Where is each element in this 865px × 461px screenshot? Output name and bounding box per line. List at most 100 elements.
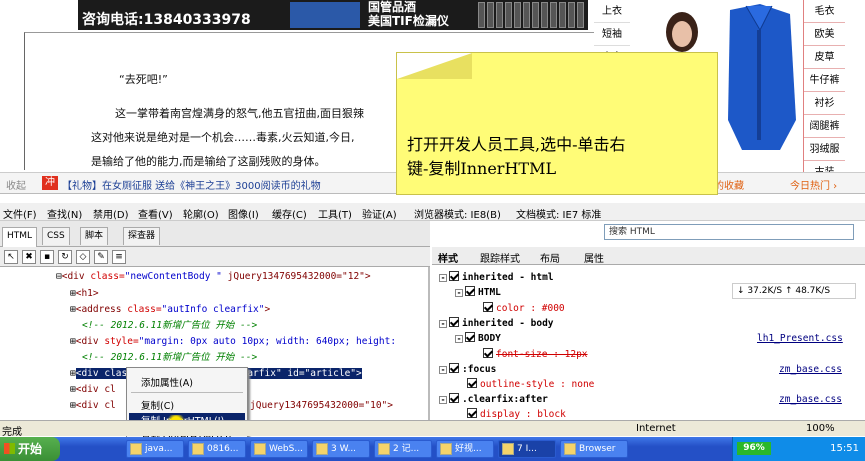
ad-menu-item[interactable]: 欧美 xyxy=(804,23,845,46)
banner-device-strip xyxy=(478,2,586,28)
ie-icon xyxy=(502,443,514,455)
article-quote: “去死吧!” xyxy=(119,73,168,86)
taskbar-button[interactable]: 0816... xyxy=(188,440,246,458)
browser-status-bar: 完成 Internet 100% xyxy=(0,420,865,438)
browser-mode[interactable]: 浏览器模式: IE8(B) xyxy=(414,206,501,221)
folder-icon xyxy=(316,443,328,455)
taskbar-button[interactable]: 好视... xyxy=(436,440,494,458)
tab-script[interactable]: 脚本 xyxy=(80,227,109,245)
menu-disable[interactable]: 禁用(D) xyxy=(93,206,129,221)
select-element-icon[interactable]: ↖ xyxy=(4,250,18,264)
ad-category[interactable]: 短袖 xyxy=(594,23,630,46)
article-line-2: 这对他来说是绝对是一个机会……毒素,火云知道,今日, xyxy=(91,131,355,144)
tab-trace-styles[interactable]: 跟踪样式 xyxy=(480,250,520,265)
battery-indicator[interactable]: 96% xyxy=(737,442,771,455)
tab-html[interactable]: HTML xyxy=(2,227,38,247)
zoom-level[interactable]: 100% xyxy=(806,423,835,434)
dom-node[interactable]: ⊟<div class="newContentBody " jQuery1347… xyxy=(56,269,371,284)
word-wrap-icon[interactable]: ≡ xyxy=(112,250,126,264)
app-icon xyxy=(192,443,204,455)
tab-layout[interactable]: 布局 xyxy=(540,250,560,265)
dom-node[interactable]: ⊞<address class="autInfo clearfix"> xyxy=(70,302,270,317)
menu-file[interactable]: 文件(F) xyxy=(3,206,37,221)
style-rule[interactable]: -:focus xyxy=(439,362,496,377)
style-rule[interactable]: - HTML xyxy=(455,285,501,300)
windows-logo-icon xyxy=(4,443,15,454)
start-button[interactable]: 开始 xyxy=(0,437,60,461)
status-text: 完成 xyxy=(2,427,22,438)
article-line-3: 是输给了他的能力,而是输给了这副残败的身体。 xyxy=(91,155,326,168)
dom-icon[interactable]: ◇ xyxy=(76,250,90,264)
devtools-menu-bar: 文件(F) 查找(N) 禁用(D) 查看(V) 轮廓(O) 图像(I) 缓存(C… xyxy=(0,203,865,221)
devtools-tabs: HTML CSS 脚本 探查器 xyxy=(0,221,430,247)
taskbar-button[interactable]: java... xyxy=(126,440,184,458)
menu-find[interactable]: 查找(N) xyxy=(47,206,82,221)
ad-right-menu: 毛衣 欧美 皮草 牛仔裤 衬衫 阔腿裤 羽绒服 古装 xyxy=(803,0,845,184)
dom-comment[interactable]: <!-- 2012.6.11新增广告位 开始 --> xyxy=(82,350,257,365)
style-rule[interactable]: - BODY xyxy=(455,331,501,346)
menu-outline[interactable]: 轮廓(O) xyxy=(183,206,219,221)
notepad-icon xyxy=(378,443,390,455)
system-tray: 96% 15:51 xyxy=(732,437,865,461)
style-property[interactable]: outline-style : none xyxy=(467,377,594,392)
menu-validate[interactable]: 验证(A) xyxy=(362,206,397,221)
tab-style[interactable]: 样式 xyxy=(438,250,458,265)
stylesheet-link[interactable]: zm_base.css xyxy=(779,392,842,407)
taskbar-button[interactable]: 3 W... xyxy=(312,440,370,458)
network-speed-widget: ↓ 37.2K/S ↑ 48.7K/S xyxy=(732,283,856,299)
dom-node[interactable]: ⊞<div cl xyxy=(70,398,116,413)
taskbar-button[interactable]: Browser xyxy=(560,440,628,458)
security-zone[interactable]: Internet xyxy=(636,423,676,434)
ad-menu-item[interactable]: 皮草 xyxy=(804,46,845,69)
style-property[interactable]: color : #000 xyxy=(483,301,565,316)
menu-cache[interactable]: 缓存(C) xyxy=(272,206,307,221)
menu-add-attribute[interactable]: 添加属性(A) xyxy=(141,375,193,389)
note-fold xyxy=(397,53,472,79)
top-banner-ad[interactable]: 咨询电话:13840333978 国管品酒 美国TIF检漏仪 xyxy=(78,0,588,30)
taskbar-button-active[interactable]: 7 I... xyxy=(498,440,556,458)
tab-css[interactable]: CSS xyxy=(42,227,70,245)
banner-product-image xyxy=(290,2,360,28)
dom-node-attr-tail: jQuery1347695432000="10"> xyxy=(250,400,393,411)
banner-text: 国管品酒 美国TIF检漏仪 xyxy=(368,0,449,28)
clock[interactable]: 15:51 xyxy=(830,443,859,454)
banner-text-line1: 国管品酒 xyxy=(368,0,417,14)
ad-menu-item[interactable]: 毛衣 xyxy=(804,0,845,23)
stylesheet-link[interactable]: lh1_Present.css xyxy=(757,331,843,346)
dom-comment[interactable]: <!-- 2012.6.11新增广告位 开始 --> xyxy=(82,318,257,333)
clear-icon[interactable]: ✖ xyxy=(22,250,36,264)
style-rule[interactable]: - inherited - body xyxy=(439,316,554,331)
style-property[interactable]: font-size : 12px xyxy=(483,347,588,362)
ad-menu-item[interactable]: 羽绒服 xyxy=(804,138,845,161)
html-search-input[interactable]: 搜索 HTML xyxy=(604,224,854,240)
edit-icon[interactable]: ✎ xyxy=(94,250,108,264)
tab-attributes[interactable]: 属性 xyxy=(584,250,604,265)
refresh-icon[interactable]: ↻ xyxy=(58,250,72,264)
taskbar-button[interactable]: 2 记... xyxy=(374,440,432,458)
screen: 咨询电话:13840333978 国管品酒 美国TIF检漏仪 “去死吧!” 这一… xyxy=(0,0,865,461)
tab-profiler[interactable]: 探查器 xyxy=(123,227,161,245)
ad-menu-item[interactable]: 牛仔裤 xyxy=(804,69,845,92)
ad-menu-item[interactable]: 阔腿裤 xyxy=(804,115,845,138)
start-label: 开始 xyxy=(18,442,43,456)
dom-node[interactable]: ⊞<div cl xyxy=(70,382,116,397)
document-mode[interactable]: 文档模式: IE7 标准 xyxy=(516,206,601,221)
menu-images[interactable]: 图像(I) xyxy=(228,206,259,221)
taskbar-button[interactable]: WebS... xyxy=(250,440,308,458)
gift-message-link[interactable]: 【礼物】在女厕征服 送给《神王之王》3000阅读币的礼物 xyxy=(62,177,321,192)
ad-category[interactable]: 上衣 xyxy=(594,0,630,23)
browser-icon xyxy=(564,443,576,455)
style-rule[interactable]: - .clearfix:after xyxy=(439,392,548,407)
stylesheet-link[interactable]: zm_base.css xyxy=(779,362,842,377)
ad-menu-item[interactable]: 衬衫 xyxy=(804,92,845,115)
menu-copy[interactable]: 复制(C) xyxy=(141,398,174,412)
style-rule[interactable]: - inherited - html xyxy=(439,270,554,285)
today-hot-link[interactable]: 今日热门 › xyxy=(790,177,837,192)
menu-view[interactable]: 查看(V) xyxy=(138,206,173,221)
dom-node[interactable]: ⊞<div style="margin: 0px auto 10px; widt… xyxy=(70,334,396,349)
dom-node[interactable]: ⊞<h1> xyxy=(70,286,99,301)
save-icon[interactable]: ▪ xyxy=(40,250,54,264)
taskbar: 开始 java... 0816... WebS... 3 W... 2 记...… xyxy=(0,437,865,461)
menu-tools[interactable]: 工具(T) xyxy=(318,206,352,221)
collapse-link[interactable]: 收起 xyxy=(6,177,26,192)
